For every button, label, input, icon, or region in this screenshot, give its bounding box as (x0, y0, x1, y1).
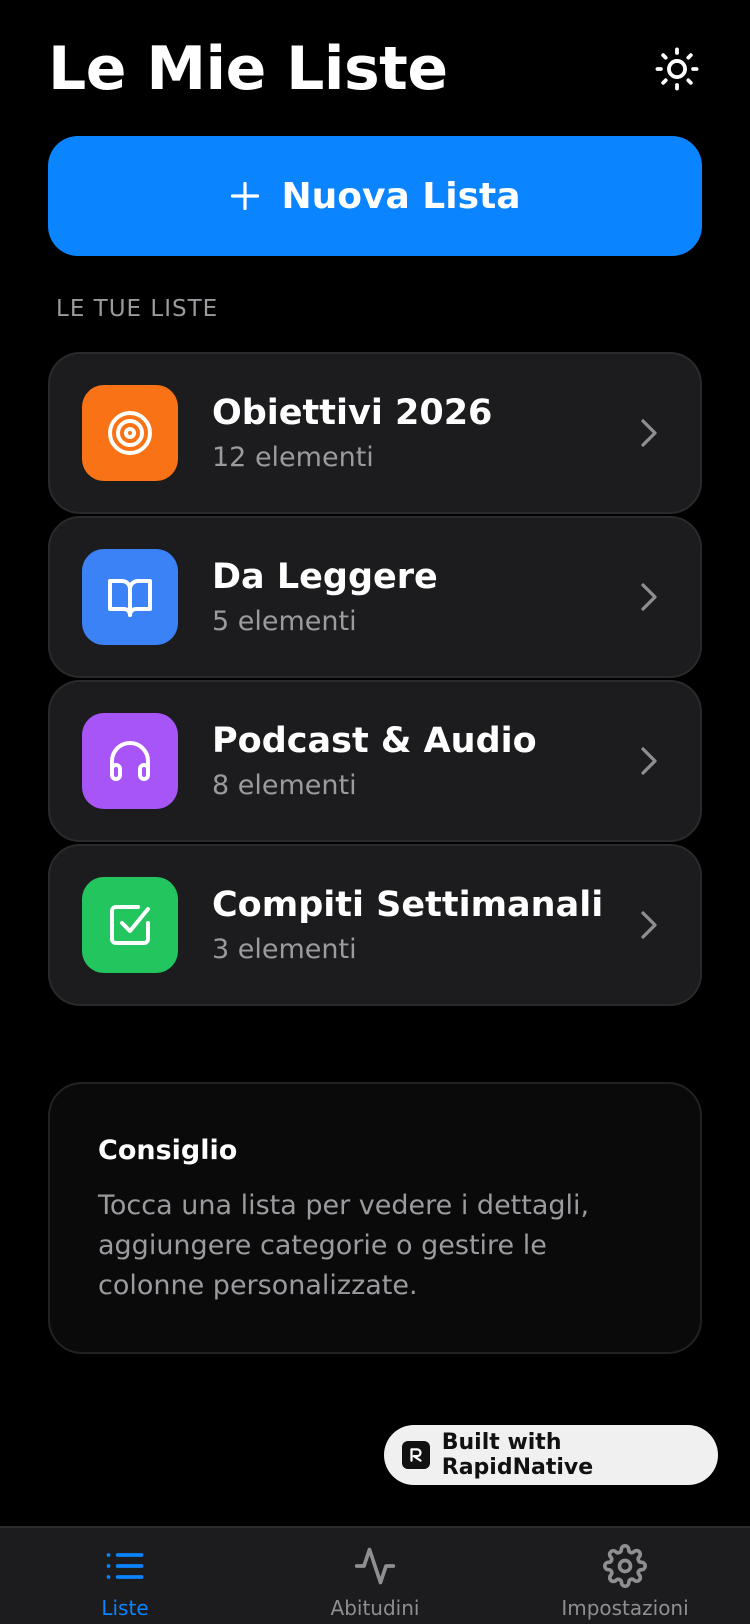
theme-toggle-button[interactable] (652, 44, 702, 94)
list-count: 8 elementi (212, 770, 357, 801)
header: Le Mie Liste (48, 34, 702, 104)
new-list-label: Nuova Lista (281, 175, 521, 217)
page-title: Le Mie Liste (48, 34, 448, 104)
list-text: Da Leggere 5 elementi (212, 555, 638, 639)
tab-label: Liste (101, 1596, 149, 1620)
tab-bar: Liste Abitudini Impostazioni (0, 1526, 750, 1624)
list-card-podcast[interactable]: Podcast & Audio 8 elementi (48, 680, 702, 842)
tab-impostazioni[interactable]: Impostazioni (500, 1528, 750, 1624)
list-title: Podcast & Audio (212, 721, 537, 761)
lists-container: Obiettivi 2026 12 elementi Da Leggere 5 … (48, 352, 702, 1008)
list-text: Obiettivi 2026 12 elementi (212, 391, 638, 475)
list-icon-bg (82, 385, 178, 481)
gear-icon (603, 1544, 647, 1588)
list-icon (106, 1553, 144, 1579)
target-icon (108, 411, 152, 455)
list-count: 3 elementi (212, 934, 357, 965)
list-text: Compiti Settimanali 3 elementi (212, 883, 638, 967)
tab-abitudini[interactable]: Abitudini (250, 1528, 500, 1624)
list-icon-bg (82, 877, 178, 973)
chevron-right-icon (638, 418, 660, 448)
lists-screen: Le Mie Liste Nuova Lista LE TUE LISTE Ob… (0, 0, 750, 1624)
list-count: 5 elementi (212, 606, 357, 637)
chevron-right-icon (638, 910, 660, 940)
sun-icon (655, 47, 699, 91)
tab-liste[interactable]: Liste (0, 1528, 250, 1624)
tab-label: Impostazioni (561, 1596, 689, 1620)
headphones-icon (110, 741, 150, 781)
book-open-icon (108, 579, 152, 617)
list-card-da-leggere[interactable]: Da Leggere 5 elementi (48, 516, 702, 678)
list-count: 12 elementi (212, 442, 374, 473)
section-label: LE TUE LISTE (56, 296, 219, 322)
tip-card: Consiglio Tocca una lista per vedere i d… (48, 1082, 702, 1354)
built-with-badge[interactable]: Built with RapidNative (384, 1425, 718, 1485)
tab-label: Abitudini (330, 1596, 420, 1620)
list-title: Obiettivi 2026 (212, 393, 493, 433)
plus-icon (230, 181, 260, 211)
tip-title: Consiglio (98, 1135, 238, 1166)
badge-label: Built with RapidNative (441, 1430, 594, 1480)
list-icon-bg (82, 549, 178, 645)
list-title: Da Leggere (212, 557, 438, 597)
list-text: Podcast & Audio 8 elementi (212, 719, 638, 803)
list-card-obiettivi[interactable]: Obiettivi 2026 12 elementi (48, 352, 702, 514)
tip-body: Tocca una lista per vedere i dettagli, a… (98, 1190, 590, 1301)
list-card-compiti[interactable]: Compiti Settimanali 3 elementi (48, 844, 702, 1006)
new-list-button[interactable]: Nuova Lista (48, 136, 702, 256)
chevron-right-icon (638, 582, 660, 612)
list-title: Compiti Settimanali (212, 885, 604, 925)
activity-icon (354, 1547, 396, 1585)
chevron-right-icon (638, 746, 660, 776)
list-icon-bg (82, 713, 178, 809)
rapidnative-logo-icon (402, 1441, 430, 1469)
check-square-icon (110, 905, 150, 945)
